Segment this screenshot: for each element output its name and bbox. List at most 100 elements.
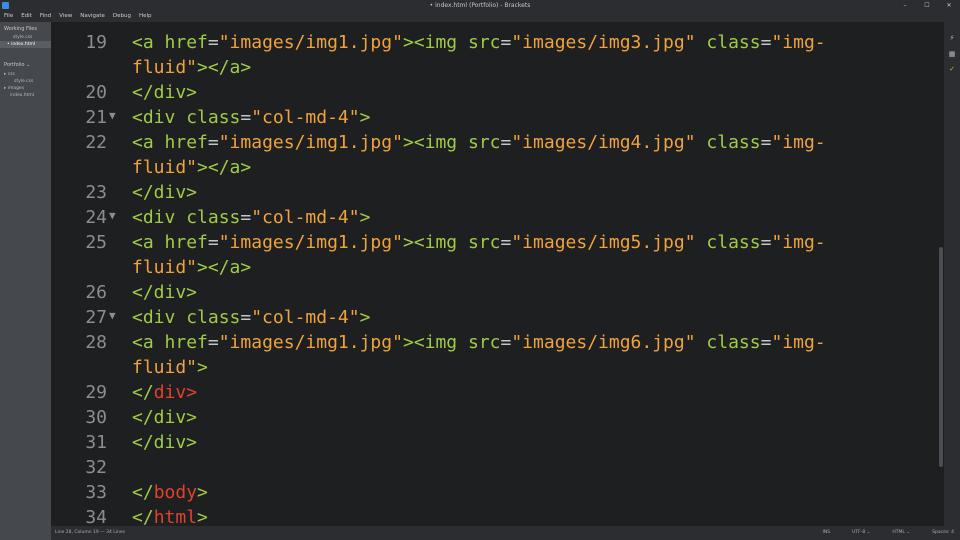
code-token: > <box>359 307 371 328</box>
indent-setting[interactable]: Spaces: 4 <box>932 526 954 540</box>
code-token: div <box>153 382 187 403</box>
project-dropdown[interactable]: Portfolio ⌄ <box>0 48 51 71</box>
fold-toggle-icon[interactable]: ▼ <box>109 305 116 327</box>
code-token: = <box>760 232 772 253</box>
code-editor[interactable]: 19 <a href="images/img1.jpg"><img src="im… <box>51 22 941 528</box>
code-token: "img- <box>771 132 826 153</box>
encoding-select[interactable]: UTF-8 ⌄ <box>852 526 870 540</box>
tree-file-index-html[interactable]: index.html <box>0 92 51 99</box>
code-token: </a> <box>207 57 252 78</box>
code-token: = <box>760 32 772 53</box>
code-token: src <box>467 132 501 153</box>
menu-bar: File Edit Find View Navigate Debug Help <box>0 11 960 22</box>
code-token: > <box>197 257 208 278</box>
menu-view[interactable]: View <box>59 11 72 22</box>
code-token: "col-md-4" <box>251 107 360 128</box>
code-text: </div> <box>132 280 197 305</box>
title-bar: • index.html (Portfolio) - Brackets – ☐ … <box>0 0 960 11</box>
code-token: src <box>467 332 501 353</box>
tree-folder-images[interactable]: ▸ images <box>0 85 51 92</box>
menu-file[interactable]: File <box>4 11 13 22</box>
code-token: = <box>207 232 219 253</box>
code-token: </a> <box>207 257 252 278</box>
code-token: "images/img4.jpg" <box>511 132 696 153</box>
code-token: "col-md-4" <box>251 207 360 228</box>
code-token: fluid" <box>132 57 198 78</box>
code-token: "img- <box>771 332 826 353</box>
code-token: </a> <box>207 157 252 178</box>
code-token: <div <box>132 207 187 228</box>
fold-toggle-icon[interactable]: ▼ <box>109 205 116 227</box>
minimize-button[interactable]: – <box>900 0 910 11</box>
code-token: = <box>207 32 219 53</box>
code-token: = <box>760 132 772 153</box>
maximize-button[interactable]: ☐ <box>922 0 932 11</box>
menu-debug[interactable]: Debug <box>113 11 131 22</box>
code-token: > <box>359 207 371 228</box>
sidebar: Working Files style.css • index.html Por… <box>0 22 51 540</box>
linting-icon[interactable]: ✓ <box>947 65 957 74</box>
working-file-index-html[interactable]: • index.html <box>0 41 51 48</box>
tree-folder-css[interactable]: ▸ css <box>0 71 51 78</box>
line-number: 27 <box>85 307 107 328</box>
menu-help[interactable]: Help <box>139 11 152 22</box>
code-token: class <box>706 232 761 253</box>
code-token: fluid" <box>132 357 198 378</box>
fold-toggle-icon[interactable]: ▼ <box>109 105 116 127</box>
code-token: fluid" <box>132 257 198 278</box>
extension-manager-icon[interactable]: ▦ <box>947 50 957 59</box>
menu-edit[interactable]: Edit <box>21 11 32 22</box>
code-token: class <box>706 332 761 353</box>
code-token: <img <box>413 32 468 53</box>
menu-find[interactable]: Find <box>40 11 51 22</box>
code-token: > <box>197 57 208 78</box>
code-text: <a href="images/img1.jpg"><img src="imag… <box>132 30 826 55</box>
code-token: src <box>467 32 501 53</box>
code-token: = <box>760 332 772 353</box>
code-text: </div> <box>132 405 197 430</box>
code-text: </div> <box>132 180 197 205</box>
code-token: > <box>402 232 414 253</box>
menu-navigate[interactable]: Navigate <box>80 11 105 22</box>
code-token: > <box>402 332 414 353</box>
line-number: 33 <box>85 482 107 503</box>
tree-file-style-css[interactable]: style.css <box>0 78 51 85</box>
scrollbar-thumb[interactable] <box>939 247 943 467</box>
code-text: </div> <box>132 80 197 105</box>
code-token: fluid" <box>132 157 198 178</box>
line-number: 31 <box>85 432 107 453</box>
working-file-style-css[interactable]: style.css <box>0 34 51 41</box>
line-number: 20 <box>85 82 107 103</box>
code-text: <div class="col-md-4"> <box>132 105 370 130</box>
editor-scrollbar[interactable] <box>937 22 944 526</box>
code-token: = <box>240 307 252 328</box>
code-token: "images/img6.jpg" <box>511 332 696 353</box>
insert-mode-indicator[interactable]: INS <box>823 526 831 540</box>
line-number: 22 <box>85 132 107 153</box>
code-token: "images/img5.jpg" <box>511 232 696 253</box>
close-button[interactable]: ✕ <box>944 0 954 11</box>
code-token: = <box>240 207 252 228</box>
code-token: = <box>500 232 512 253</box>
code-text: <div class="col-md-4"> <box>132 205 370 230</box>
code-text: fluid"> <box>132 355 208 380</box>
code-token: </div> <box>132 282 198 303</box>
cursor-position: Line 28, Column 19 — 34 Lines <box>55 530 126 535</box>
code-token: <a <box>132 332 165 353</box>
code-token: > <box>197 157 208 178</box>
code-token: "img- <box>771 232 826 253</box>
code-token: = <box>207 332 219 353</box>
line-number: 21 <box>85 107 107 128</box>
window-controls: – ☐ ✕ <box>900 0 954 11</box>
live-preview-icon[interactable]: ⚡ <box>947 34 957 43</box>
language-select[interactable]: HTML ⌄ <box>892 526 910 540</box>
code-token: class <box>186 207 241 228</box>
line-number: 26 <box>85 282 107 303</box>
code-token: <img <box>413 132 468 153</box>
line-number: 25 <box>85 232 107 253</box>
code-token: = <box>500 332 512 353</box>
code-token: = <box>207 132 219 153</box>
